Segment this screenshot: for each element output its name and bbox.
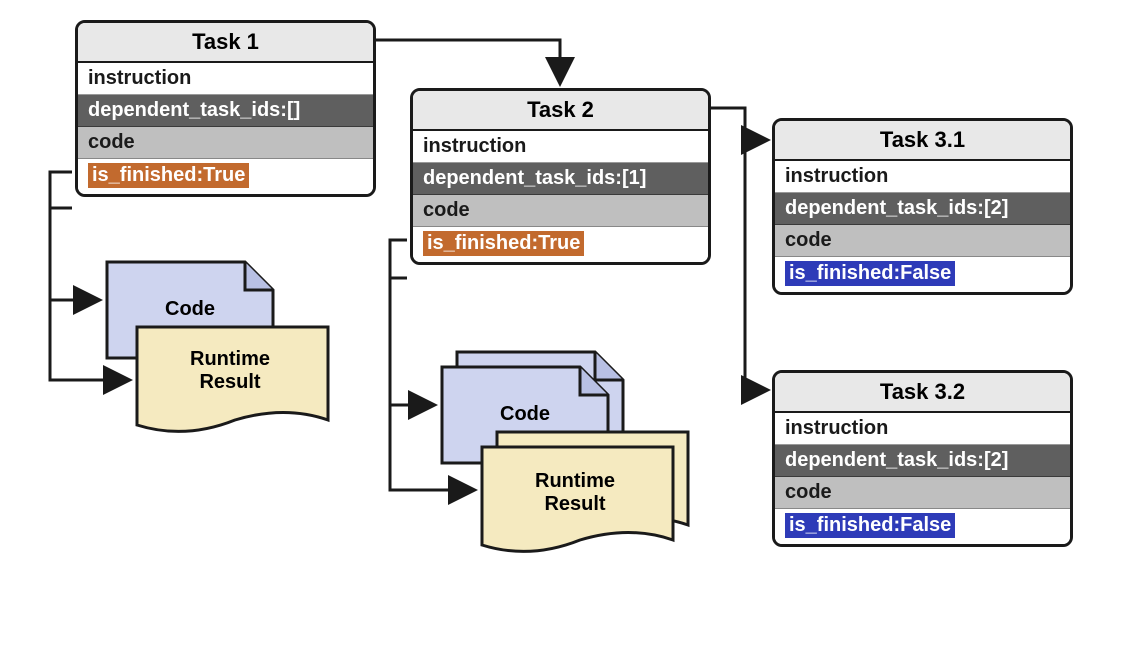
task-3-1-code: code [775, 225, 1070, 257]
task-1-deps: dependent_task_ids:[] [78, 95, 373, 127]
task-3-2-deps: dependent_task_ids:[2] [775, 445, 1070, 477]
task-3-2-box: Task 3.2 instruction dependent_task_ids:… [772, 370, 1073, 547]
runtime-doc-1-icon [135, 325, 330, 450]
task-2-instruction: instruction [413, 131, 708, 163]
task-3-1-instruction: instruction [775, 161, 1070, 193]
task-3-1-status: is_finished:False [785, 261, 955, 286]
runtime-doc-2-front-icon [480, 445, 675, 570]
task-2-box: Task 2 instruction dependent_task_ids:[1… [410, 88, 711, 265]
task-3-2-status-row: is_finished:False [775, 509, 1070, 544]
task-3-1-deps: dependent_task_ids:[2] [775, 193, 1070, 225]
task-1-code: code [78, 127, 373, 159]
task-1-box: Task 1 instruction dependent_task_ids:[]… [75, 20, 376, 197]
task-3-1-status-row: is_finished:False [775, 257, 1070, 292]
task-2-title: Task 2 [413, 91, 708, 131]
task-1-status-row: is_finished:True [78, 159, 373, 194]
task-3-2-code: code [775, 477, 1070, 509]
task-3-2-status: is_finished:False [785, 513, 955, 538]
task-2-status: is_finished:True [423, 231, 584, 256]
task-1-status: is_finished:True [88, 163, 249, 188]
task-3-1-title: Task 3.1 [775, 121, 1070, 161]
task-3-1-box: Task 3.1 instruction dependent_task_ids:… [772, 118, 1073, 295]
task-1-instruction: instruction [78, 63, 373, 95]
task-3-2-instruction: instruction [775, 413, 1070, 445]
task-2-code: code [413, 195, 708, 227]
task-3-2-title: Task 3.2 [775, 373, 1070, 413]
task-1-title: Task 1 [78, 23, 373, 63]
task-2-status-row: is_finished:True [413, 227, 708, 262]
task-2-deps: dependent_task_ids:[1] [413, 163, 708, 195]
